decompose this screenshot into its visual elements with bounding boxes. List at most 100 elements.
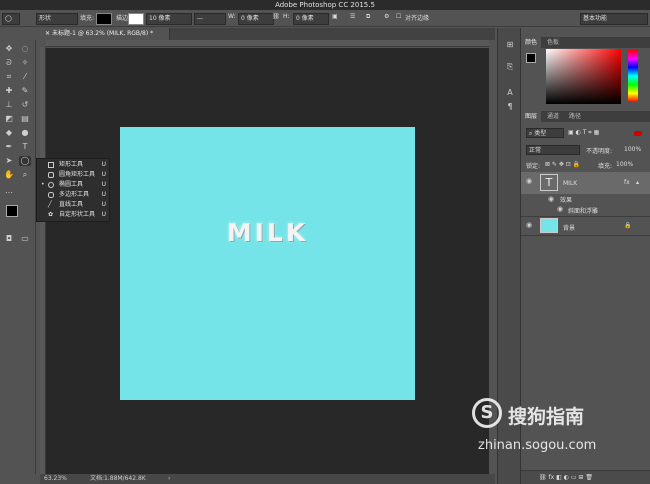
layers-panel-tabs: 图层 通道 路径 — [521, 111, 650, 122]
path-operations-icon[interactable]: ▣ — [332, 13, 338, 20]
stroke-size-field[interactable]: 10 像素 — [146, 13, 192, 25]
pen-tool-icon[interactable]: ✒ — [3, 142, 15, 152]
blend-mode-select[interactable]: 正常 — [526, 145, 580, 155]
selected-bullet-icon: • — [41, 181, 45, 188]
path-selection-icon[interactable]: ➤ — [3, 156, 15, 166]
tab-swatches[interactable]: 色板 — [543, 37, 563, 48]
move-tool-icon[interactable]: ✥ — [3, 44, 15, 54]
collapse-effects-icon[interactable]: ▴ — [636, 179, 639, 186]
document-tab[interactable]: ✕ 未标题-1 @ 63.2% (MILK, RGB/8) * — [40, 28, 170, 40]
color-picker-field[interactable] — [546, 49, 621, 104]
opacity-value[interactable]: 100% — [624, 146, 641, 153]
effect-bevel-emboss[interactable]: 斜面和浮雕 — [568, 206, 598, 215]
lock-icons[interactable]: ⊠ ✎ ✥ ⊡ 🔒 — [545, 161, 580, 168]
dodge-tool-icon[interactable]: ● — [19, 128, 31, 138]
foreground-color-swatch[interactable] — [6, 205, 18, 217]
height-field[interactable]: 0 像素 — [293, 13, 329, 25]
shape-tools-flyout: 矩形工具 U 圆角矩形工具 U • 椭圆工具 U 多边形工具 U ╱ 直线工具 … — [36, 158, 110, 222]
eraser-icon[interactable]: ◩ — [3, 114, 15, 124]
paragraph-panel-icon[interactable]: ¶ — [504, 102, 516, 112]
custom-shape-icon: ✿ — [48, 211, 54, 218]
tools-panel: ✥ ◌ ᘐ ✧ ⌗ ⁄ ✚ ✎ ⊥ ↺ ◩ ▤ ◆ ● ✒ T ➤ ◯ ✋ ⌕ … — [0, 40, 36, 474]
fill-swatch[interactable] — [96, 13, 112, 25]
stroke-type-select[interactable]: — — [194, 13, 226, 25]
zoom-tool-icon[interactable]: ⌕ — [19, 170, 31, 180]
marquee-tool-icon[interactable]: ◌ — [19, 44, 31, 54]
tab-color[interactable]: 颜色 — [521, 37, 542, 48]
hand-tool-icon[interactable]: ✋ — [3, 170, 15, 180]
eyedropper-icon[interactable]: ⁄ — [19, 72, 31, 82]
rounded-rectangle-icon — [48, 172, 54, 178]
color-panel-tabs: 颜色 色板 — [521, 37, 650, 48]
close-tab-icon[interactable]: ✕ — [45, 30, 52, 37]
fill-opacity-value[interactable]: 100% — [616, 161, 633, 168]
type-tool-icon[interactable]: T — [19, 142, 31, 152]
effect-eye-icon[interactable]: ◉ — [557, 205, 563, 213]
layer-name-background[interactable]: 背景 — [563, 223, 575, 232]
blur-tool-icon[interactable]: ◆ — [3, 128, 15, 138]
milk-text-layer[interactable]: MILK — [120, 218, 415, 248]
gradient-tool-icon[interactable]: ▤ — [19, 114, 31, 124]
quick-mask-icon[interactable]: ◘ — [3, 234, 15, 244]
sogou-logo-letter: S — [480, 402, 494, 423]
settings-gear-icon[interactable]: ⚙ — [384, 13, 389, 20]
path-alignment-icon[interactable]: ☰ — [350, 13, 355, 20]
tab-layers[interactable]: 图层 — [521, 111, 542, 122]
zoom-level[interactable]: 63.23% — [44, 474, 67, 484]
layer-name-milk[interactable]: MILK — [563, 180, 577, 187]
edit-toolbar-icon[interactable]: … — [3, 186, 15, 196]
effects-eye-icon[interactable]: ◉ — [548, 195, 554, 203]
tool-preset-picker[interactable]: ◯ — [2, 13, 20, 25]
workspace-select[interactable]: 基本功能 — [580, 13, 648, 25]
brush-tool-icon[interactable]: ✎ — [19, 86, 31, 96]
layer-filter-label: 类型 — [534, 130, 547, 137]
path-arrangement-icon[interactable]: ⧉ — [366, 13, 370, 21]
filter-toggle[interactable] — [634, 131, 642, 136]
layer-fx-badge[interactable]: fx — [624, 179, 630, 186]
flyout-item-rectangle[interactable]: 矩形工具 U — [39, 160, 109, 170]
layer-filter-select[interactable]: ⌕ 类型 — [526, 128, 564, 138]
character-panel-icon[interactable]: A — [504, 88, 516, 98]
lasso-tool-icon[interactable]: ᘐ — [3, 58, 15, 68]
window-title: Adobe Photoshop CC 2015.5 — [275, 1, 375, 9]
hue-slider[interactable] — [628, 50, 638, 102]
document-canvas[interactable] — [120, 127, 415, 400]
flyout-item-custom-shape[interactable]: ✿ 自定形状工具 U — [39, 210, 109, 220]
tab-paths[interactable]: 路径 — [565, 111, 585, 122]
options-bar: ◯ 形状 填充: 描边: 10 像素 — W: 0 像素 ⛓ H: 0 像素 ▣… — [0, 10, 650, 27]
width-field[interactable]: 0 像素 — [238, 13, 274, 25]
status-bar: 63.23% 文档:1.88M/642.8K › — [40, 474, 495, 484]
filter-icons[interactable]: ▣ ◐ T ⌗ ▦ — [568, 129, 599, 137]
tab-channels[interactable]: 通道 — [543, 111, 563, 122]
history-panel-icon[interactable]: ⊞ — [504, 40, 516, 50]
visibility-eye-icon[interactable]: ◉ — [526, 177, 532, 185]
shape-mode-select[interactable]: 形状 — [36, 13, 78, 25]
horizontal-ruler: 0501001502002503003504004505005506006507… — [46, 40, 489, 55]
background-thumbnail — [540, 218, 558, 233]
screen-mode-icon[interactable]: ▭ — [19, 234, 31, 244]
line-icon: ╱ — [48, 201, 52, 208]
properties-panel-icon[interactable]: ⎘ — [504, 62, 516, 72]
color-foreground-swatch[interactable] — [526, 53, 536, 63]
history-brush-icon[interactable]: ↺ — [19, 100, 31, 110]
link-icon[interactable]: ⛓ — [272, 13, 280, 20]
background-eye-icon[interactable]: ◉ — [526, 221, 532, 229]
height-label: H: — [283, 13, 290, 20]
clone-stamp-icon[interactable]: ⊥ — [3, 100, 15, 110]
healing-brush-icon[interactable]: ✚ — [3, 86, 15, 96]
layer-footer-icons[interactable]: ⛓ fx ◧ ◐ ▭ ⊞ 🗑 — [539, 474, 593, 481]
flyout-item-ellipse[interactable]: • 椭圆工具 U — [39, 180, 109, 190]
flyout-item-rounded-rectangle[interactable]: 圆角矩形工具 U — [39, 170, 109, 180]
flyout-item-polygon[interactable]: 多边形工具 U — [39, 190, 109, 200]
align-edges-checkbox[interactable]: ☐ — [396, 13, 401, 20]
status-arrow-icon[interactable]: › — [168, 474, 170, 484]
stroke-swatch[interactable] — [128, 13, 144, 25]
flyout-item-line[interactable]: ╱ 直线工具 U — [39, 200, 109, 210]
crop-tool-icon[interactable]: ⌗ — [3, 72, 15, 82]
opacity-label: 不透明度: — [586, 148, 613, 155]
effects-label: 效果 — [560, 197, 573, 204]
magic-wand-icon[interactable]: ✧ — [19, 58, 31, 68]
polygon-icon — [48, 192, 54, 198]
ellipse-tool-icon[interactable]: ◯ — [19, 156, 31, 166]
layers-panel-footer: ⛓ fx ◧ ◐ ▭ ⊞ 🗑 — [521, 470, 650, 484]
